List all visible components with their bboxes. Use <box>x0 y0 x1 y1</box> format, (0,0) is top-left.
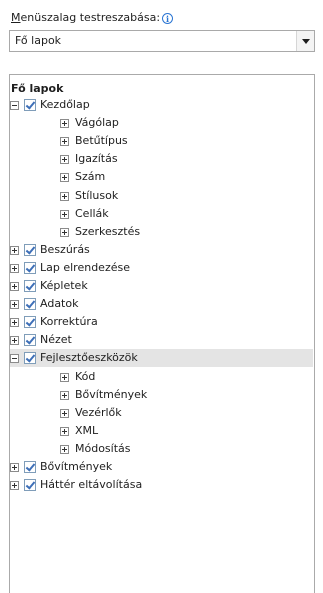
tree-item-label: Kód <box>75 370 96 383</box>
tab-visibility-checkbox[interactable] <box>24 262 36 274</box>
tab-visibility-checkbox[interactable] <box>24 99 36 111</box>
tree-group-item[interactable]: Szerkesztés <box>10 223 140 241</box>
tree-item-label: Fejlesztőeszközök <box>40 351 138 364</box>
tree-group-item[interactable]: Kód <box>10 368 95 386</box>
tree-tab-item[interactable]: Kezdőlap <box>10 96 90 114</box>
tree-tab-item[interactable]: Képletek <box>10 277 88 295</box>
dropdown-selected-value: Fő lapok <box>15 34 62 47</box>
tree-item-label: Cellák <box>75 207 109 220</box>
tab-visibility-checkbox[interactable] <box>24 461 36 473</box>
expand-icon[interactable] <box>10 462 19 472</box>
expand-icon[interactable] <box>60 390 69 400</box>
expand-icon[interactable] <box>60 227 69 237</box>
tree-group-item[interactable]: Módosítás <box>10 440 131 458</box>
customize-ribbon-label-text: Menüszalag testreszabása: <box>11 11 160 25</box>
expand-icon[interactable] <box>10 245 19 255</box>
expand-icon[interactable] <box>10 317 19 327</box>
tree-item-label: Szám <box>75 170 106 183</box>
tree-tab-item[interactable]: Nézet <box>10 331 72 349</box>
tree-item-label: Módosítás <box>75 442 131 455</box>
expand-icon[interactable] <box>60 191 69 201</box>
expand-icon[interactable] <box>60 118 69 128</box>
expand-icon[interactable] <box>60 209 69 219</box>
expand-icon[interactable] <box>60 426 69 436</box>
tab-visibility-checkbox[interactable] <box>24 334 36 346</box>
tree-group-item[interactable]: Cellák <box>10 205 109 223</box>
tree-tab-item[interactable]: Fejlesztőeszközök <box>10 349 313 367</box>
tab-visibility-checkbox[interactable] <box>24 316 36 328</box>
expand-icon[interactable] <box>10 281 19 291</box>
ribbon-tabs-dropdown[interactable]: Fő lapok <box>9 30 315 52</box>
tree-tab-item[interactable]: Korrektúra <box>10 313 98 331</box>
tree-group-item[interactable]: XML <box>10 422 98 440</box>
tree-group-item[interactable]: Szám <box>10 168 105 186</box>
tab-visibility-checkbox[interactable] <box>24 280 36 292</box>
tree-tab-item[interactable]: Bővítmények <box>10 458 112 476</box>
tree-header: Fő lapok <box>11 82 64 95</box>
tree-item-label: Beszúrás <box>40 243 90 256</box>
access-key-letter: M <box>11 11 21 24</box>
expand-icon[interactable] <box>60 408 69 418</box>
tree-group-item[interactable]: Vezérlők <box>10 404 122 422</box>
expand-icon[interactable] <box>10 263 19 273</box>
expand-icon[interactable] <box>60 154 69 164</box>
tree-group-item[interactable]: Igazítás <box>10 150 118 168</box>
tree-tab-item[interactable]: Lap elrendezése <box>10 259 130 277</box>
tree-item-label: Kezdőlap <box>40 98 90 111</box>
expand-icon[interactable] <box>10 335 19 345</box>
customize-ribbon-label: Menüszalag testreszabása: i <box>11 11 174 25</box>
tab-visibility-checkbox[interactable] <box>24 352 36 364</box>
tree-item-label: Szerkesztés <box>75 225 141 238</box>
tab-visibility-checkbox[interactable] <box>24 298 36 310</box>
tree-group-item[interactable]: Bővítmények <box>10 386 147 404</box>
tree-tab-item[interactable]: Beszúrás <box>10 241 90 259</box>
tree-item-label: Lap elrendezése <box>40 261 130 274</box>
tab-visibility-checkbox[interactable] <box>24 479 36 491</box>
expand-icon[interactable] <box>60 444 69 454</box>
tree-item-label: Igazítás <box>75 152 118 165</box>
tree-group-item[interactable]: Betűtípus <box>10 132 128 150</box>
tree-item-label: Korrektúra <box>40 315 98 328</box>
collapse-icon[interactable] <box>10 100 19 110</box>
tree-item-label: Vágólap <box>75 116 119 129</box>
label-remainder: enüszalag testreszabása: <box>20 11 161 24</box>
tree-item-label: Képletek <box>40 279 88 292</box>
chevron-down-icon <box>302 39 310 44</box>
tree-item-label: Bővítmények <box>75 388 148 401</box>
tree-item-label: Stílusok <box>75 189 119 202</box>
tree-tab-item[interactable]: Adatok <box>10 295 78 313</box>
tree-item-label: Háttér eltávolítása <box>40 478 143 491</box>
info-icon[interactable]: i <box>162 12 174 24</box>
tree-tab-item[interactable]: Háttér eltávolítása <box>10 476 142 494</box>
tree-item-label: Vezérlők <box>75 406 122 419</box>
tree-group-item[interactable]: Vágólap <box>10 114 119 132</box>
expand-icon[interactable] <box>60 172 69 182</box>
expand-icon[interactable] <box>60 136 69 146</box>
expand-icon[interactable] <box>10 480 19 490</box>
tree-item-label: XML <box>75 424 99 437</box>
tab-visibility-checkbox[interactable] <box>24 244 36 256</box>
tree-item-label: Adatok <box>40 297 79 310</box>
tree-item-label: Bővítmények <box>40 460 113 473</box>
tree-group-item[interactable]: Stílusok <box>10 187 118 205</box>
tree-item-label: Betűtípus <box>75 134 128 147</box>
dropdown-button[interactable] <box>296 31 314 51</box>
tree-item-label: Nézet <box>40 333 72 346</box>
collapse-icon[interactable] <box>10 353 19 363</box>
expand-icon[interactable] <box>60 372 69 382</box>
expand-icon[interactable] <box>10 299 19 309</box>
